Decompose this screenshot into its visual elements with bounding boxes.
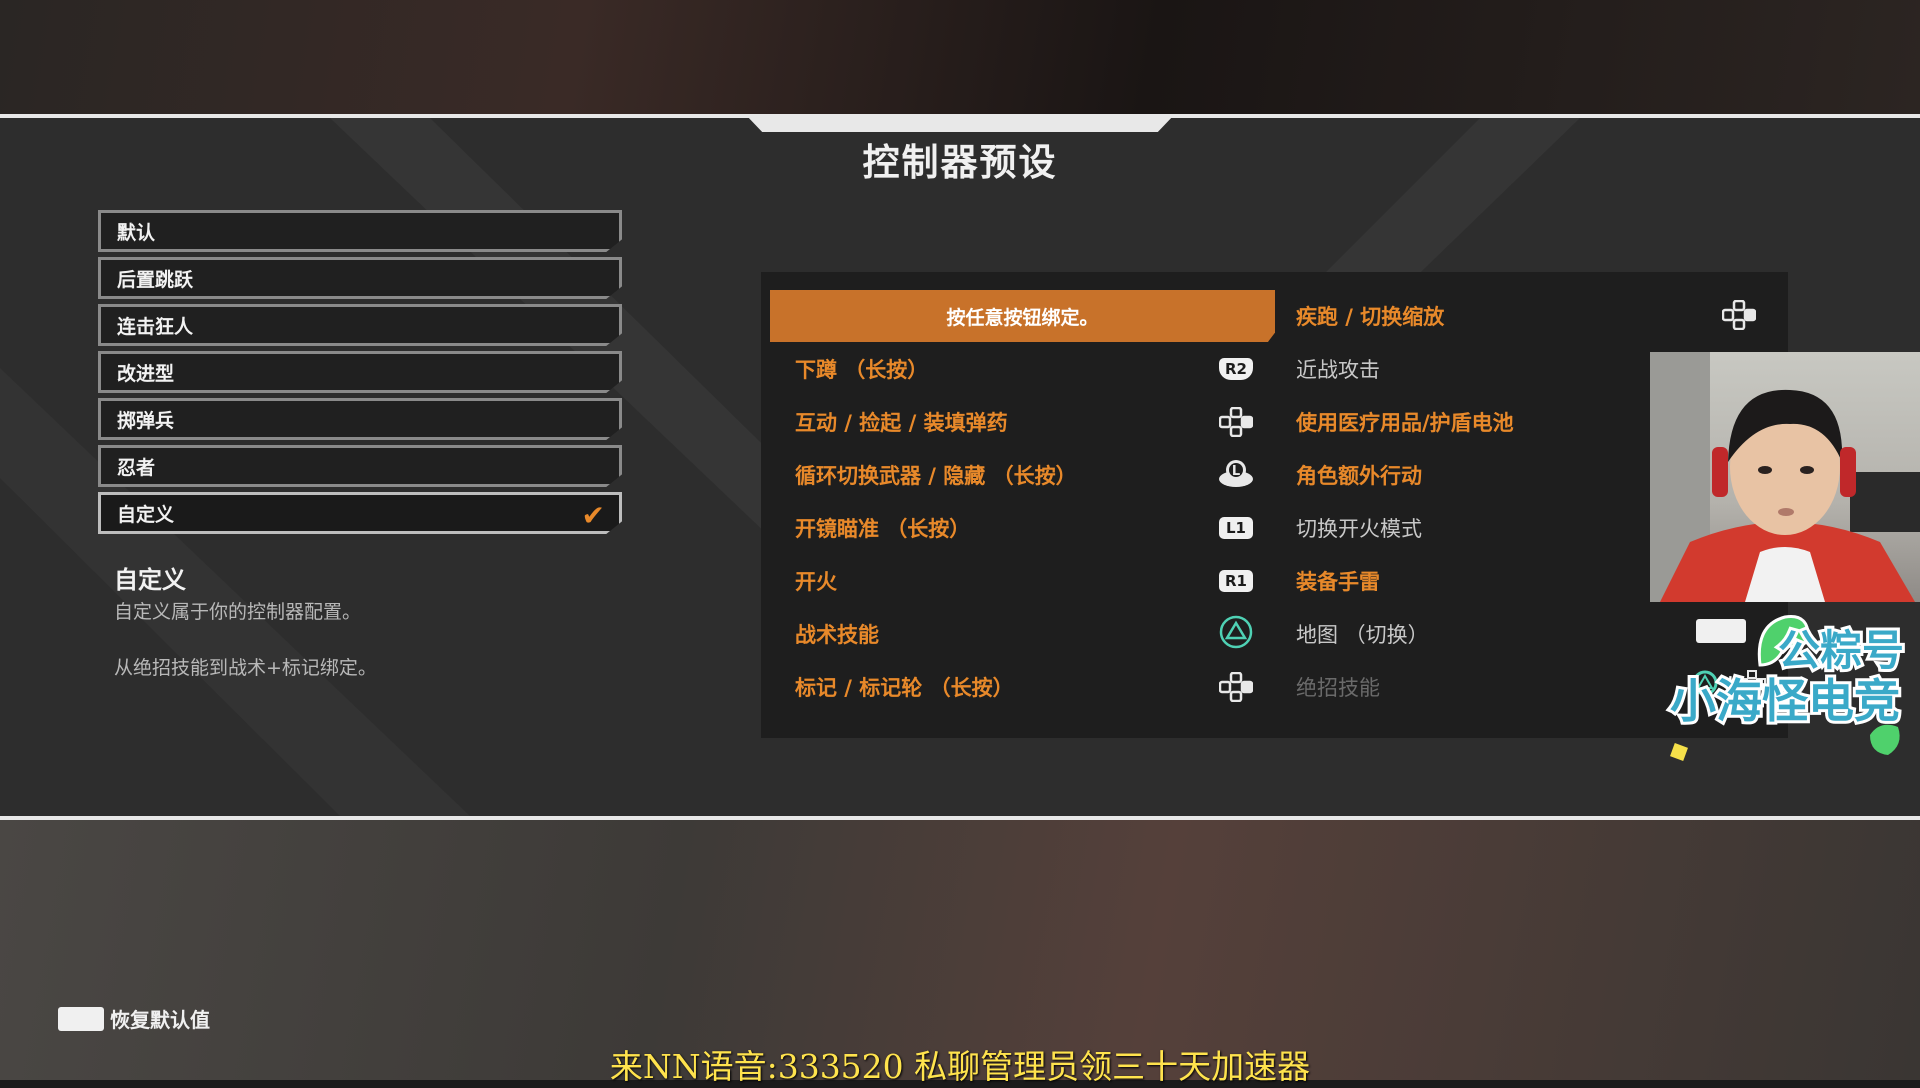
streamer-image [1650,352,1920,602]
binding-tactical[interactable]: 战术技能 [795,619,879,649]
streamer-logo: + 公粽号 小海怪电竞 [1667,614,1907,761]
preset-custom[interactable]: 自定义 ✔ [98,492,622,534]
binding-fire-mode[interactable]: 切换开火模式 [1296,513,1422,543]
left-stick-label: L [1232,464,1240,479]
l1-button-icon: L1 [1217,513,1255,543]
r1-button-icon: R1 [1217,566,1255,596]
ad-banner-text: 来NN语音:333520 私聊管理员领三十天加速器 [609,1047,1311,1086]
preset-combo-master[interactable]: 连击狂人 [98,304,622,346]
preset-rear-jump[interactable]: 后置跳跃 [98,257,622,299]
binding-crouch[interactable]: 下蹲 （长按） [795,354,928,384]
r2-button-icon: R2 [1217,354,1255,384]
triangle-button-icon [1217,615,1255,649]
binding-interact[interactable]: 互动 / 捡起 / 装填弹药 [795,407,1008,437]
preset-default[interactable]: 默认 [98,210,622,252]
description-line-2: 从绝招技能到战术+标记绑定。 [114,657,377,679]
touchpad-icon [58,1006,104,1031]
binding-sprint[interactable]: 疾跑 / 切换缩放 [1296,301,1444,331]
preset-label: 默认 [117,221,156,244]
binding-ads[interactable]: 开镜瞄准 （长按） [795,513,970,543]
left-stick-icon: L [1217,458,1255,488]
binding-ping[interactable]: 标记 / 标记轮 （长按） [795,672,1014,702]
description-title: 自定义 [114,566,186,594]
preset-label: 掷弹兵 [117,409,175,432]
dpad-icon [1217,672,1255,702]
binding-character-action[interactable]: 角色额外行动 [1296,460,1422,490]
preset-label: 自定义 [117,503,175,526]
preset-label: 改进型 [117,362,175,385]
bind-prompt-text: 按任意按钮绑定。 [946,306,1099,329]
description-line-1: 自定义属于你的控制器配置。 [114,601,362,623]
checkmark-icon: ✔ [581,499,605,532]
preset-label: 忍者 [117,456,156,479]
binding-cycle-weapon[interactable]: 循环切换武器 / 隐藏 （长按） [795,460,1077,490]
preset-label: 连击狂人 [117,315,194,338]
restore-defaults-label: 恢复默认值 [110,1008,210,1032]
binding-ultimate[interactable]: 绝招技能 [1296,672,1380,702]
bind-prompt-row[interactable]: 按任意按钮绑定。 [770,290,1275,342]
panel-bottom-rule [0,816,1920,820]
binding-fire[interactable]: 开火 [795,566,837,596]
preset-improved[interactable]: 改进型 [98,351,622,393]
preset-grenadier[interactable]: 掷弹兵 [98,398,622,440]
webcam-feed [1650,352,1920,602]
dpad-icon [1217,407,1255,437]
title-tab-notch [745,114,1175,132]
game-background-top [0,0,1920,114]
page-title: 控制器预设 [862,141,1058,184]
binding-melee[interactable]: 近战攻击 [1296,354,1380,384]
logo-line-1: 公粽号 [1778,626,1904,675]
logo-line-2: 小海怪电竞 [1670,674,1900,728]
preset-label: 后置跳跃 [117,268,194,291]
binding-grenade[interactable]: 装备手雷 [1296,566,1380,596]
restore-defaults-button[interactable]: 恢复默认值 [58,1004,210,1033]
binding-heal[interactable]: 使用医疗用品/护盾电池 [1296,407,1514,437]
binding-map[interactable]: 地图 （切换） [1296,619,1429,649]
dpad-icon [1720,300,1758,330]
preset-ninja[interactable]: 忍者 [98,445,622,487]
